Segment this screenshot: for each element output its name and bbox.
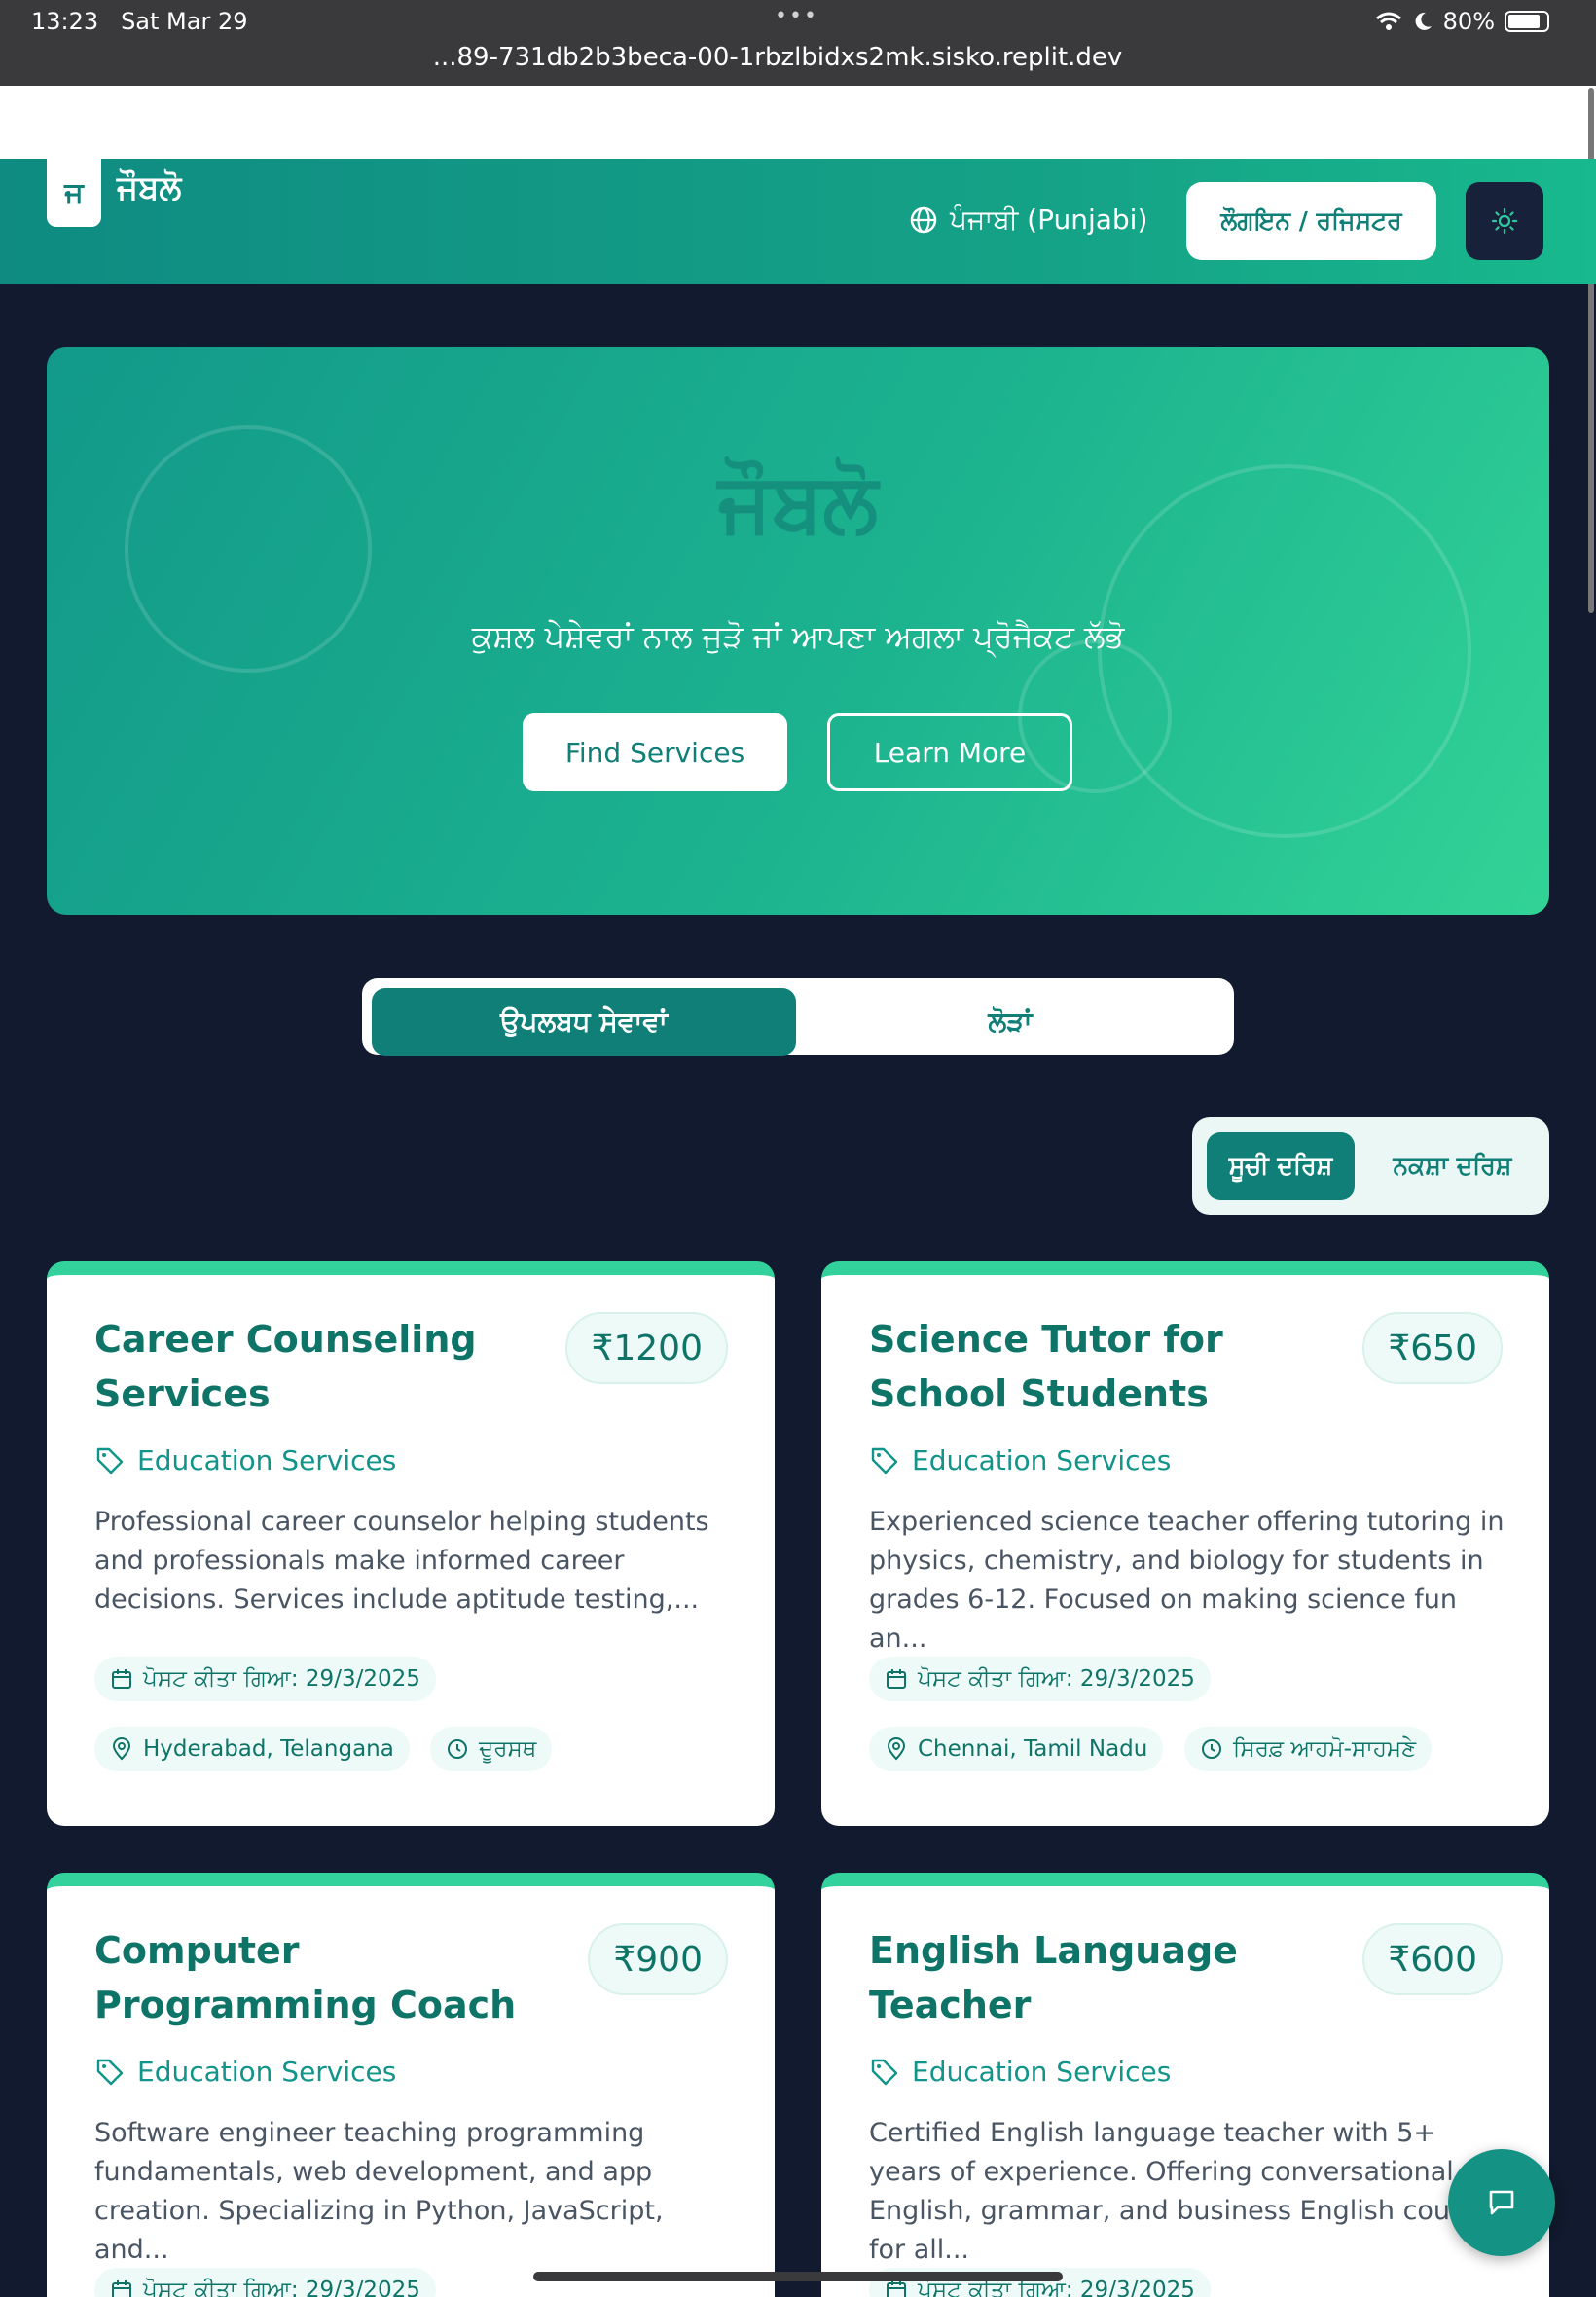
address-bar-url[interactable]: ...89-731db2b3beca-00-1rbzlbidxs2mk.sisk…	[0, 43, 1555, 72]
sun-icon	[1491, 207, 1518, 235]
card-title[interactable]: Computer Programming Coach	[94, 1923, 552, 2032]
hero-banner: ਜੌਬਲੋ ਕੁਸ਼ਲ ਪੇਸ਼ੇਵਰਾਂ ਨਾਲ ਜੁੜੋ ਜਾਂ ਆਪਣਾ …	[47, 347, 1549, 915]
price-badge: ₹600	[1362, 1923, 1503, 1995]
location-chip: Chennai, Tamil Nadu	[869, 1727, 1164, 1771]
service-card[interactable]: Career Counseling Services ₹1200 Educati…	[47, 1261, 775, 1826]
chat-bubble-icon	[1489, 2190, 1514, 2215]
tag-icon	[96, 1447, 124, 1474]
language-selector[interactable]: ਪੰਜਾਬੀ (Punjabi)	[909, 203, 1147, 237]
logo-badge[interactable]: ਜ	[47, 159, 101, 227]
service-mode-label: ਸਿਰਫ਼ ਆਹਮੋ-ਸਾਹਮਣੇ	[1233, 1736, 1417, 1762]
calendar-icon	[112, 1669, 131, 1689]
brand-name[interactable]: ਜੌਬਲੋ	[117, 168, 181, 207]
tag-icon	[96, 2059, 124, 2085]
status-bar: 13:23 Sat Mar 29 ••• ...89-731db2b3beca-…	[0, 0, 1596, 86]
card-title[interactable]: Science Tutor for School Students	[869, 1312, 1326, 1421]
battery-icon	[1505, 11, 1549, 32]
card-description: Professional career counselor helping st…	[94, 1507, 709, 1615]
price-badge: ₹1200	[565, 1312, 728, 1384]
service-card[interactable]: English Language Teacher ₹600 Education …	[821, 1873, 1549, 2297]
language-label: ਪੰਜਾਬੀ (Punjabi)	[950, 203, 1148, 236]
card-title[interactable]: English Language Teacher	[869, 1923, 1326, 2032]
clock-icon	[448, 1739, 467, 1759]
card-description: Certified English language teacher with …	[869, 2118, 1505, 2265]
wifi-icon	[1375, 12, 1401, 30]
price-badge: ₹650	[1362, 1312, 1503, 1384]
card-category: Education Services	[869, 2056, 1171, 2088]
listing-tabs: ਉਪਲਬਧ ਸੇਵਾਵਾਂ ਲੋੜਾਂ	[362, 978, 1234, 1056]
learn-more-button[interactable]: Learn More	[827, 713, 1072, 791]
service-mode-label: ਦੂਰਸਥ	[479, 1736, 537, 1762]
tab-needs[interactable]: ਲੋੜਾਂ	[796, 988, 1224, 1055]
login-register-button[interactable]: ਲੌਗਇਨ / ਰਜਿਸਟਰ	[1186, 182, 1436, 260]
card-category: Education Services	[869, 1444, 1171, 1477]
posted-date: ਪੋਸਟ ਕੀਤਾ ਗਿਆ: 29/3/2025	[143, 2278, 420, 2297]
service-card[interactable]: Computer Programming Coach ₹900 Educatio…	[47, 1873, 775, 2297]
card-title[interactable]: Career Counseling Services	[94, 1312, 552, 1421]
hero-title: ਜੌਬਲੋ	[717, 455, 879, 550]
browser-toolbar-area	[0, 86, 1596, 159]
moon-icon	[1415, 12, 1432, 30]
location-label: Chennai, Tamil Nadu	[918, 1736, 1148, 1762]
calendar-icon	[112, 2280, 131, 2297]
posted-date-chip: ਪੋਸਟ ਕੀਤਾ ਗਿਆ: 29/3/2025	[869, 1657, 1211, 1701]
service-card[interactable]: Science Tutor for School Students ₹650 E…	[821, 1261, 1549, 1826]
hero-subtitle: ਕੁਸ਼ਲ ਪੇਸ਼ੇਵਰਾਂ ਨਾਲ ਜੁੜੋ ਜਾਂ ਆਪਣਾ ਅਗਲਾ ਪ…	[471, 618, 1125, 655]
multitask-dots[interactable]: •••	[775, 4, 818, 28]
site-header: ਜ ਜੌਬਲੋ ਪੰਜਾਬੀ (Punjabi) ਲੌਗਇਨ / ਰਜਿਸਟਰ	[0, 159, 1596, 284]
status-time: 13:23 Sat Mar 29	[31, 8, 248, 35]
map-pin-icon	[887, 1737, 906, 1761]
location-chip: Hyderabad, Telangana	[94, 1727, 410, 1771]
category-label: Education Services	[912, 2056, 1172, 2088]
battery-percent: 80%	[1442, 8, 1495, 35]
find-services-button[interactable]: Find Services	[523, 713, 787, 791]
theme-toggle-button[interactable]	[1466, 182, 1543, 260]
location-label: Hyderabad, Telangana	[143, 1736, 394, 1762]
posted-date: ਪੋਸਟ ਕੀਤਾ ਗਿਆ: 29/3/2025	[918, 1666, 1195, 1692]
calendar-icon	[887, 1669, 906, 1689]
map-view-button[interactable]: ਨਕਸ਼ਾ ਦਰਿਸ਼	[1367, 1132, 1538, 1200]
globe-icon	[910, 206, 937, 234]
card-category: Education Services	[94, 2056, 396, 2088]
view-toggle: ਸੂਚੀ ਦਰਿਸ਼ ਨਕਸ਼ਾ ਦਰਿਸ਼	[1192, 1117, 1549, 1215]
posted-date-chip: ਪੋਸਟ ਕੀਤਾ ਗਿਆ: 29/3/2025	[94, 2268, 436, 2297]
list-view-button[interactable]: ਸੂਚੀ ਦਰਿਸ਼	[1207, 1132, 1355, 1200]
card-category: Education Services	[94, 1444, 396, 1477]
tab-available-services[interactable]: ਉਪਲਬਧ ਸੇਵਾਵਾਂ	[372, 988, 796, 1056]
posted-date: ਪੋਸਟ ਕੀਤਾ ਗਿਆ: 29/3/2025	[143, 1666, 420, 1692]
category-label: Education Services	[137, 1444, 397, 1477]
map-pin-icon	[112, 1737, 131, 1761]
card-description: Experienced science teacher offering tut…	[869, 1507, 1505, 1654]
status-indicators: 80%	[1375, 8, 1549, 35]
service-mode-chip: ਦੂਰਸਥ	[430, 1727, 553, 1771]
service-mode-chip: ਸਿਰਫ਼ ਆਹਮੋ-ਸਾਹਮਣੇ	[1184, 1727, 1433, 1771]
tag-icon	[871, 2059, 898, 2085]
posted-date-chip: ਪੋਸਟ ਕੀਤਾ ਗਿਆ: 29/3/2025	[94, 1657, 436, 1701]
category-label: Education Services	[912, 1444, 1172, 1477]
clock-icon	[1202, 1739, 1221, 1759]
chat-button[interactable]	[1448, 2149, 1555, 2256]
home-indicator[interactable]	[533, 2272, 1063, 2281]
category-label: Education Services	[137, 2056, 397, 2088]
price-badge: ₹900	[588, 1923, 728, 1995]
card-description: Software engineer teaching programming f…	[94, 2118, 664, 2265]
tag-icon	[871, 1447, 898, 1474]
